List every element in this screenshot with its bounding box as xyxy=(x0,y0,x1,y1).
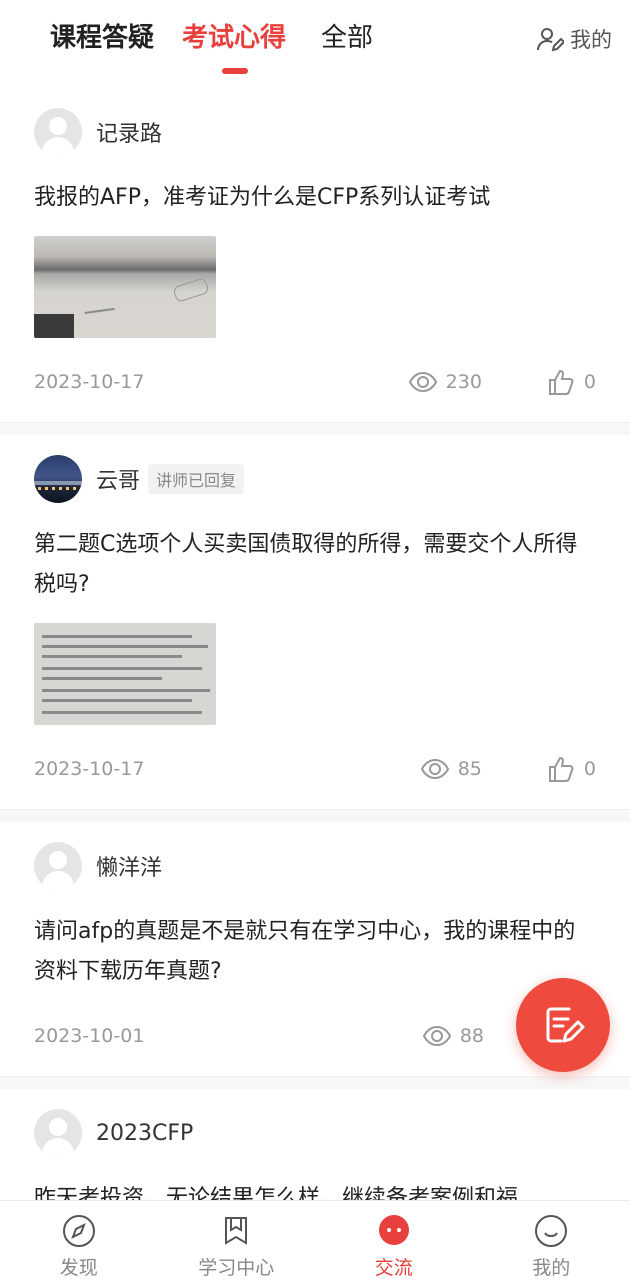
author-name[interactable]: 云哥 xyxy=(96,463,140,495)
tab-course-qa[interactable]: 课程答疑 xyxy=(50,18,154,58)
chat-bubble-icon xyxy=(378,1215,409,1245)
bookmark-book-icon xyxy=(225,1217,248,1245)
nav-study-center-label: 学习中心 xyxy=(198,1257,275,1279)
post-meta: 2023-10-17 230 0 xyxy=(34,342,596,422)
bottom-nav: 发现 学习中心 交流 我的 xyxy=(0,1200,630,1280)
avatar[interactable] xyxy=(34,1109,82,1157)
post-card[interactable]: 2023CFP 昨天考投资，无论结果怎么样，继续备考案例和福 xyxy=(0,1089,630,1200)
thumbs-up-icon xyxy=(548,369,574,395)
author-row: 2023CFP xyxy=(34,1107,596,1159)
post-text: 第二题C选项个人买卖国债取得的所得，需要交个人所得税吗? xyxy=(34,532,578,597)
post-date: 2023-10-01 xyxy=(34,1025,145,1047)
post-card[interactable]: 云哥 讲师已回复 第二题C选项个人买卖国债取得的所得，需要交个人所得税吗? 20… xyxy=(0,435,630,810)
eye-icon xyxy=(422,1025,451,1047)
view-count-value: 85 xyxy=(457,758,482,780)
my-posts-button[interactable]: 我的 xyxy=(536,22,612,56)
post-meta: 2023-10-17 85 0 xyxy=(34,729,596,809)
view-count-value: 230 xyxy=(445,371,482,393)
divider xyxy=(0,423,630,435)
nav-exchange[interactable]: 交流 xyxy=(315,1201,473,1280)
like-button[interactable]: 0 xyxy=(546,367,596,397)
compose-post-button[interactable] xyxy=(516,978,610,1072)
post-image[interactable] xyxy=(34,623,216,725)
post-card[interactable]: 记录路 我报的AFP，准考证为什么是CFP系列认证考试 2023-10-17 2… xyxy=(0,88,630,423)
divider xyxy=(0,810,630,822)
avatar[interactable] xyxy=(34,842,82,890)
divider xyxy=(0,1077,630,1089)
post-text: 我报的AFP，准考证为什么是CFP系列认证考试 xyxy=(34,185,491,210)
active-tab-indicator xyxy=(222,68,248,74)
view-count: 88 xyxy=(422,1021,484,1051)
nav-exchange-label: 交流 xyxy=(374,1257,413,1279)
nav-mine-label: 我的 xyxy=(532,1257,571,1279)
teacher-replied-badge: 讲师已回复 xyxy=(148,464,245,494)
author-row: 懒洋洋 xyxy=(34,840,596,892)
author-name[interactable]: 2023CFP xyxy=(96,1121,193,1146)
view-count: 230 xyxy=(408,367,482,397)
my-posts-label: 我的 xyxy=(570,28,612,52)
author-name[interactable]: 懒洋洋 xyxy=(96,850,162,882)
user-edit-icon xyxy=(537,28,564,52)
post-date: 2023-10-17 xyxy=(34,371,145,393)
like-count-value: 0 xyxy=(583,758,596,780)
smile-face-icon xyxy=(535,1215,568,1247)
author-name[interactable]: 记录路 xyxy=(96,116,162,148)
avatar[interactable] xyxy=(34,455,82,503)
post-text: 昨天考投资，无论结果怎么样，继续备考案例和福 xyxy=(34,1186,519,1200)
thumbs-up-icon xyxy=(548,756,574,782)
post-meta: 2023-10-01 88 xyxy=(34,996,596,1076)
author-row: 记录路 xyxy=(34,106,596,158)
eye-icon xyxy=(408,371,437,393)
avatar[interactable] xyxy=(34,108,82,156)
view-count: 85 xyxy=(420,754,482,784)
nav-discover-label: 发现 xyxy=(59,1257,98,1279)
eye-icon xyxy=(420,758,449,780)
like-count-value: 0 xyxy=(583,371,596,393)
nav-discover[interactable]: 发现 xyxy=(0,1201,158,1280)
nav-mine[interactable]: 我的 xyxy=(473,1201,630,1280)
tab-exam-experience[interactable]: 考试心得 xyxy=(182,18,286,58)
tab-all[interactable]: 全部 xyxy=(321,18,373,58)
post-image[interactable] xyxy=(34,236,216,338)
compose-icon xyxy=(546,1007,585,1043)
compass-icon xyxy=(62,1215,95,1247)
top-tab-bar: 课程答疑 考试心得 全部 我的 xyxy=(0,0,630,88)
author-row: 云哥 讲师已回复 xyxy=(34,453,596,505)
post-date: 2023-10-17 xyxy=(34,758,145,780)
nav-study-center[interactable]: 学习中心 xyxy=(158,1201,316,1280)
view-count-value: 88 xyxy=(459,1025,484,1047)
like-button[interactable]: 0 xyxy=(546,754,596,784)
post-text: 请问afp的真题是不是就只有在学习中心，我的课程中的资料下载历年真题? xyxy=(34,919,576,984)
